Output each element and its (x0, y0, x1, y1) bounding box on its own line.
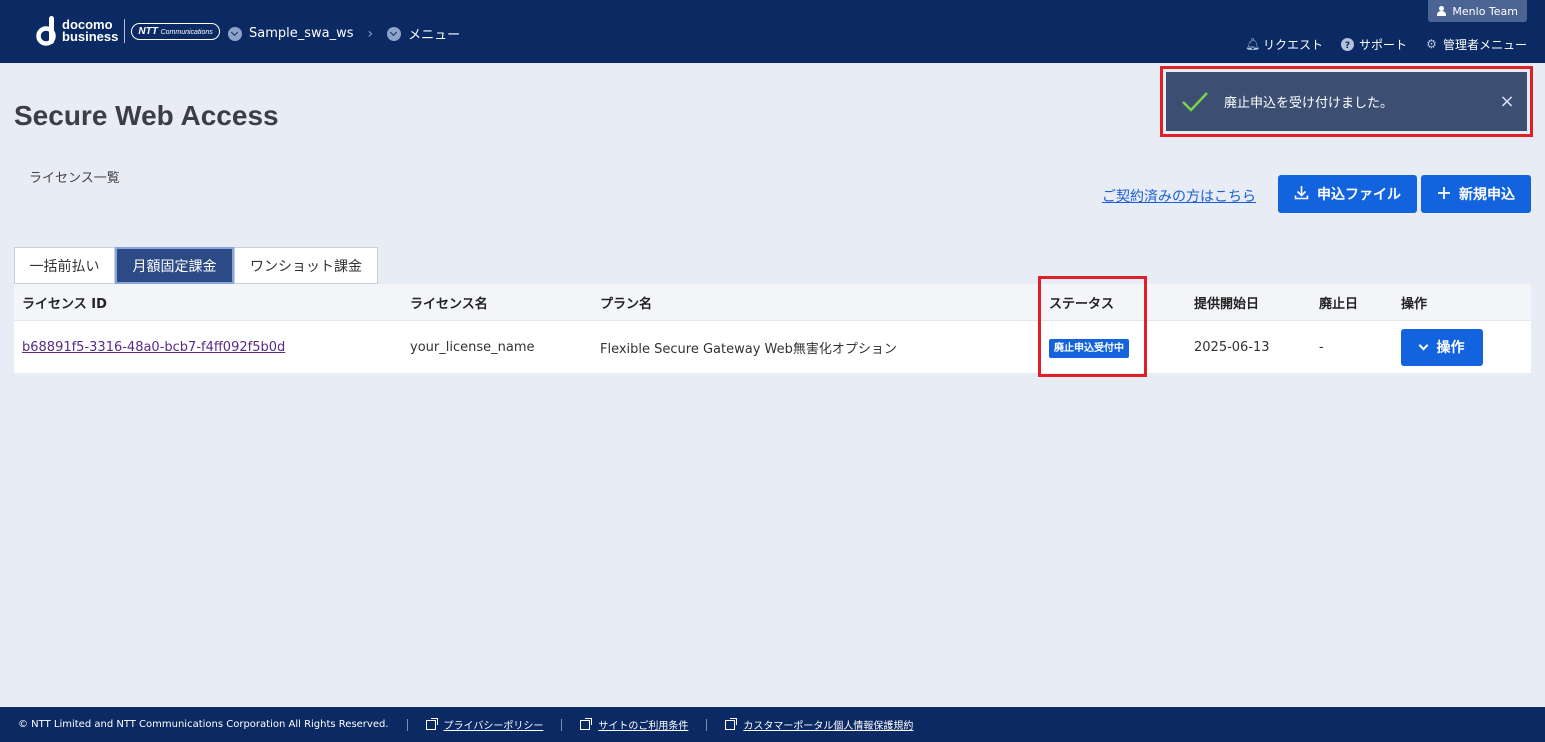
row-action-label: 操作 (1436, 340, 1465, 356)
chevron-down-icon (1418, 340, 1428, 350)
footer: © NTT Limited and NTT Communications Cor… (0, 707, 1545, 742)
plan-name: Flexible Secure Gateway Web無害化オプション (600, 341, 897, 357)
logo-divider (124, 19, 126, 43)
nav-request-label: リクエスト (1262, 38, 1323, 52)
new-application-label: 新規申込 (1459, 187, 1515, 203)
logo-text: docomo business (62, 18, 119, 44)
nav-request[interactable]: 🔔︎ リクエスト (1245, 36, 1323, 53)
external-link-icon (425, 717, 438, 730)
footer-divider (561, 718, 563, 731)
top-nav: 🔔︎ リクエスト ? サポート ⚙ 管理者メニュー (1227, 36, 1527, 53)
column-header-start-date: 提供開始日 (1194, 296, 1260, 312)
ntt-logo-text: NTT (138, 25, 158, 37)
column-header-license-id: ライセンス ID (22, 296, 107, 312)
nav-support-label: サポート (1358, 38, 1407, 52)
ntt-logo-subtext: Communications (160, 28, 213, 36)
license-table: ライセンス ID ライセンス名 プラン名 ステータス 提供開始日 廃止日 操作 … (14, 284, 1531, 373)
close-icon[interactable]: × (1487, 91, 1527, 112)
breadcrumb-workspace-label: Sample_swa_ws (249, 26, 354, 41)
row-action-button[interactable]: 操作 (1401, 328, 1483, 366)
tab-monthly[interactable]: 月額固定課金 (115, 247, 234, 284)
table-header: ライセンス ID ライセンス名 プラン名 ステータス 提供開始日 廃止日 操作 (14, 284, 1531, 320)
copyright-text: © NTT Limited and NTT Communications Cor… (18, 719, 389, 730)
toast-message: 廃止申込を受け付けました。 (1224, 96, 1394, 111)
chevron-circle-icon (387, 26, 402, 41)
application-file-button[interactable]: 申込ファイル (1278, 175, 1417, 213)
chevron-circle-icon (228, 26, 242, 41)
footer-divider (406, 718, 408, 731)
billing-tabs: 一括前払い 月額固定課金 ワンショット課金 (14, 247, 378, 284)
page-subtitle: ライセンス一覧 (29, 171, 120, 186)
license-id-link[interactable]: b68891f5-3316-48a0-bcb7-f4ff092f5b0d (22, 340, 285, 355)
nav-admin-menu[interactable]: ⚙ 管理者メニュー (1425, 36, 1527, 53)
tab-oneshot[interactable]: ワンショット課金 (234, 247, 378, 284)
new-application-button[interactable]: 新規申込 (1421, 175, 1531, 213)
user-icon (1437, 6, 1447, 16)
success-toast: 廃止申込を受け付けました。 × (1166, 72, 1527, 131)
existing-contract-link[interactable]: ご契約済みの方はこちら (1102, 186, 1256, 206)
tab-prepaid[interactable]: 一括前払い (14, 247, 115, 284)
gear-icon: ⚙ (1426, 37, 1437, 51)
docomo-d-icon (36, 16, 58, 46)
top-header: docomo business NTT Communications Sampl… (0, 0, 1545, 63)
privacy-policy-link[interactable]: プライバシーポリシー (425, 717, 544, 732)
column-header-plan-name: プラン名 (600, 296, 653, 312)
nav-support[interactable]: ? サポート (1340, 36, 1407, 53)
checkmark-icon (1180, 89, 1210, 115)
team-label: Menlo Team (1452, 4, 1518, 18)
terms-of-use-label: サイトのご利用条件 (598, 721, 689, 732)
footer-divider (706, 718, 708, 731)
chevron-right-icon: › (367, 25, 374, 42)
bell-icon: 🔔︎ (1244, 37, 1261, 51)
svg-text:?: ? (1345, 41, 1350, 51)
start-date: 2025-06-13 (1194, 339, 1270, 355)
column-header-action: 操作 (1401, 296, 1428, 312)
external-link-icon (725, 717, 738, 730)
plus-icon (1437, 185, 1451, 204)
status-highlight-box (1038, 276, 1147, 377)
external-link-icon (580, 717, 593, 730)
portal-privacy-label: カスタマーポータル個人情報保護規約 (743, 721, 914, 732)
download-icon (1294, 185, 1309, 204)
portal-privacy-link[interactable]: カスタマーポータル個人情報保護規約 (725, 717, 913, 732)
table-row: b68891f5-3316-48a0-bcb7-f4ff092f5b0d you… (14, 320, 1531, 373)
privacy-policy-label: プライバシーポリシー (443, 721, 544, 732)
terms-of-use-link[interactable]: サイトのご利用条件 (580, 717, 688, 732)
page-title: Secure Web Access (14, 100, 279, 131)
logo-text-line2: business (62, 29, 119, 44)
breadcrumb-workspace[interactable]: Sample_swa_ws (228, 26, 354, 41)
breadcrumb: Sample_swa_ws › メニュー (228, 24, 460, 43)
docomo-business-logo[interactable]: docomo business NTT Communications (36, 16, 220, 46)
team-button[interactable]: Menlo Team (1428, 0, 1527, 22)
nav-admin-menu-label: 管理者メニュー (1442, 38, 1527, 52)
column-header-license-name: ライセンス名 (410, 296, 488, 312)
question-icon: ? (1340, 38, 1354, 51)
application-file-label: 申込ファイル (1317, 187, 1401, 203)
license-name: your_license_name (410, 339, 535, 355)
breadcrumb-menu-label: メニュー (408, 28, 461, 43)
breadcrumb-menu[interactable]: メニュー (387, 24, 460, 43)
end-date: - (1319, 339, 1324, 355)
column-header-end-date: 廃止日 (1319, 296, 1359, 312)
ntt-communications-logo: NTT Communications (131, 22, 220, 40)
